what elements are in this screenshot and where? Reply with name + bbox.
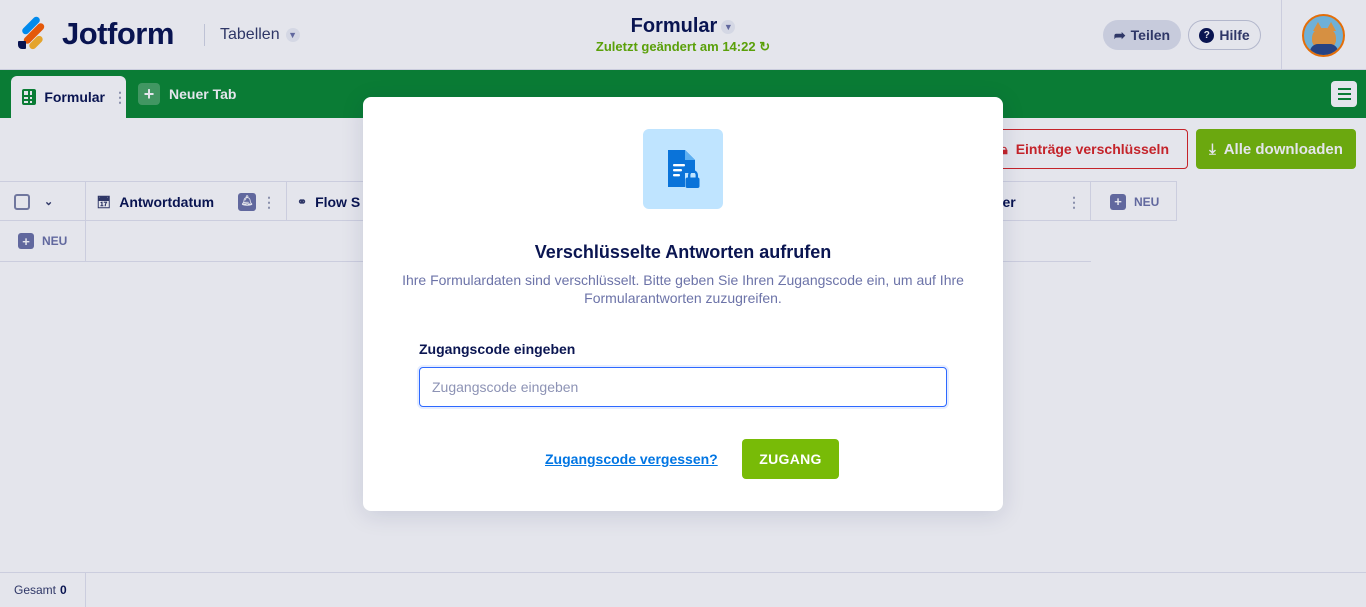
access-code-input[interactable] — [419, 367, 947, 407]
access-code-label: Zugangscode eingeben — [419, 341, 576, 357]
dialog-title: Verschlüsselte Antworten aufrufen — [534, 242, 832, 262]
forgot-code-link[interactable]: Zugangscode vergessen? — [545, 451, 718, 467]
access-code-dialog: Verschlüsselte Antworten aufrufen Ihre F… — [363, 97, 1003, 511]
locked-document-icon — [643, 129, 723, 209]
access-submit-button[interactable]: ZUGANG — [742, 439, 839, 479]
dialog-description: Ihre Formulardaten sind verschlüsselt. B… — [402, 272, 964, 306]
